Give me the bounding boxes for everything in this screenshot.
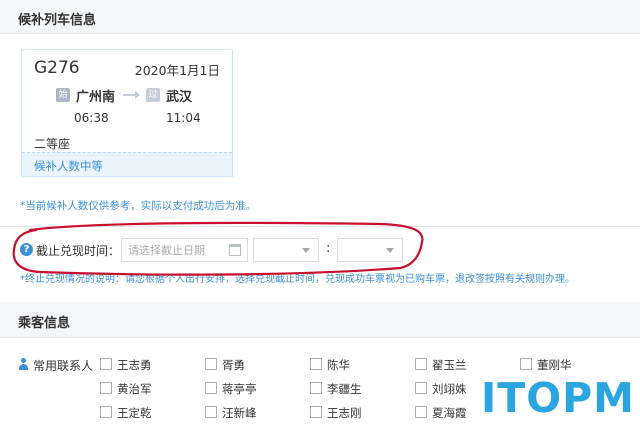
- deadline-hour-select[interactable]: [253, 238, 319, 262]
- passenger-checkbox[interactable]: [205, 358, 217, 370]
- waitlist-status-bar: 候补人数中等: [22, 152, 232, 176]
- pass-badge: 过: [146, 88, 160, 102]
- deadline-explain-note: *终止兑现情况的说明：请您根据个人出行安排，选择兑现截止时间，兑现成功车票视为已…: [20, 274, 575, 285]
- passenger-name: 蒋亭亭: [222, 382, 257, 396]
- passenger-checkbox[interactable]: [205, 382, 217, 394]
- chevron-down-icon: [302, 248, 310, 253]
- ticket-card[interactable]: G276 2020年1月1日 始 广州南 过 武汉 06:38 11:04 二等…: [21, 49, 233, 177]
- passenger-name: 陈华: [327, 358, 350, 372]
- deadline-date-input[interactable]: [128, 242, 226, 258]
- to-station: 武汉: [166, 90, 193, 105]
- watermark-logo: ITOPM: [473, 370, 640, 427]
- arrive-time: 11:04: [166, 111, 201, 125]
- passenger-checkbox[interactable]: [310, 358, 322, 370]
- passenger-name: 王定乾: [117, 406, 152, 420]
- chevron-down-icon: [386, 248, 394, 253]
- deadline-row: ? 截止兑现时间： :: [0, 234, 640, 266]
- passenger-section-header: 乘客信息: [0, 302, 640, 338]
- reference-note: *当前候补人数仅供参考，实际以支付成功后为准。: [20, 200, 257, 212]
- waitlist-section-title: 候补列车信息: [18, 13, 97, 28]
- passenger-name: 汪新峰: [222, 406, 257, 420]
- from-station: 广州南: [76, 90, 116, 105]
- passenger-checkbox[interactable]: [205, 406, 217, 418]
- passenger-name: 王志勇: [117, 358, 152, 372]
- contacts-label: 常用联系人: [33, 359, 94, 373]
- section-divider: [0, 226, 640, 227]
- passenger-name: 夏海霞: [432, 406, 467, 420]
- passenger-checkbox[interactable]: [310, 406, 322, 418]
- deadline-date-field[interactable]: [121, 238, 248, 262]
- time-separator: :: [326, 241, 331, 256]
- route: 始 广州南 过 武汉: [22, 86, 232, 106]
- passenger-name: 王志刚: [327, 406, 362, 420]
- deadline-label: 截止兑现时间：: [36, 244, 121, 258]
- passenger-section-title: 乘客信息: [18, 316, 71, 331]
- passenger-checkbox[interactable]: [520, 358, 532, 370]
- start-badge: 始: [56, 88, 70, 102]
- travel-date: 2020年1月1日: [134, 63, 220, 78]
- person-icon: [18, 358, 29, 370]
- passenger-checkbox[interactable]: [100, 406, 112, 418]
- depart-time: 06:38: [74, 111, 109, 125]
- help-icon[interactable]: ?: [20, 243, 33, 256]
- passenger-checkbox[interactable]: [415, 406, 427, 418]
- passenger-name: 李疆生: [327, 382, 362, 396]
- passenger-name: 翟玉兰: [432, 358, 467, 372]
- train-number: G276: [34, 58, 80, 78]
- watermark-text: ITOPM: [481, 374, 635, 422]
- passenger-checkbox[interactable]: [100, 382, 112, 394]
- passenger-checkbox[interactable]: [415, 358, 427, 370]
- passenger-checkbox[interactable]: [310, 382, 322, 394]
- passenger-name: 黄治军: [117, 382, 152, 396]
- waitlist-section-header: 候补列车信息: [0, 0, 640, 34]
- arrow-right-icon: [123, 91, 140, 99]
- calendar-icon[interactable]: [229, 244, 241, 256]
- seat-class: 二等座: [34, 137, 71, 151]
- passenger-name: 胥勇: [222, 358, 245, 372]
- passenger-name: 刘翊姝: [432, 382, 467, 396]
- passenger-checkbox[interactable]: [415, 382, 427, 394]
- passenger-checkbox[interactable]: [100, 358, 112, 370]
- deadline-minute-select[interactable]: [337, 238, 403, 262]
- waitlist-status: 候补人数中等: [34, 159, 103, 173]
